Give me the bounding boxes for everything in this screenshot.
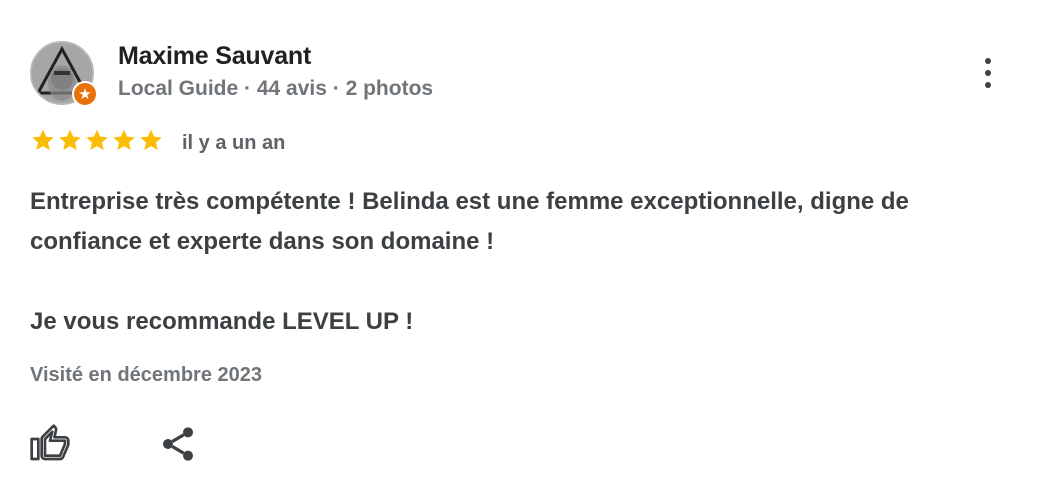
star-icon	[113, 129, 135, 150]
review-card: ★ Maxime Sauvant Local Guide · 44 avis ·…	[0, 0, 1040, 484]
like-button[interactable]	[30, 424, 70, 464]
star-icon	[59, 129, 81, 150]
star-icon	[32, 129, 54, 150]
share-button[interactable]	[158, 424, 198, 464]
author-avatar[interactable]: ★	[30, 41, 98, 107]
review-paragraph: Je vous recommande LEVEL UP !	[30, 308, 414, 335]
thumb-up-icon	[30, 424, 70, 461]
author-meta: Local Guide · 44 avis · 2 photos	[118, 77, 434, 100]
local-guide-badge-icon: ★	[72, 81, 98, 107]
more-options-icon[interactable]	[973, 54, 1003, 92]
author-name[interactable]: Maxime Sauvant	[118, 42, 311, 71]
star-icon	[140, 129, 162, 150]
star-icon	[86, 129, 108, 150]
star-rating	[30, 127, 164, 153]
review-time: il y a un an	[182, 132, 286, 154]
share-icon	[163, 427, 193, 461]
visited-date: Visité en décembre 2023	[30, 364, 262, 386]
review-text: Entreprise très compétente ! Belinda est…	[30, 182, 1020, 342]
review-paragraph: Entreprise très compétente ! Belinda est…	[30, 188, 909, 255]
